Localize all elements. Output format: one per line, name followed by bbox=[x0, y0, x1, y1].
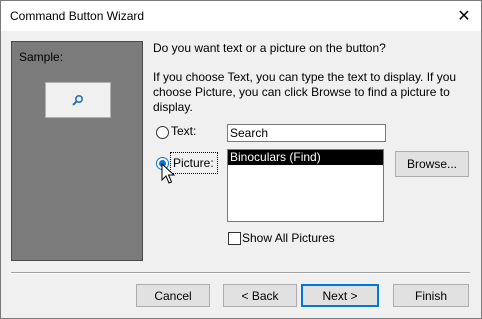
text-radio-label[interactable]: Text: bbox=[171, 124, 196, 138]
next-button[interactable]: Next > bbox=[301, 284, 379, 307]
title-bar: Command Button Wizard ✕ bbox=[1, 1, 481, 31]
wizard-window: Command Button Wizard ✕ Sample: Do you w… bbox=[0, 0, 482, 319]
list-item[interactable]: Binoculars (Find) bbox=[228, 150, 383, 165]
picture-radio-label[interactable]: Picture: bbox=[170, 152, 218, 174]
finish-button[interactable]: Finish bbox=[393, 284, 469, 307]
text-radio-label-text: Text: bbox=[171, 124, 197, 138]
sample-button-preview bbox=[45, 82, 111, 118]
close-icon[interactable]: ✕ bbox=[447, 1, 481, 31]
question-instructions: If you choose Text, you can type the tex… bbox=[153, 70, 457, 114]
text-input[interactable]: Search bbox=[227, 124, 386, 142]
window-title: Command Button Wizard bbox=[10, 9, 145, 23]
cancel-button[interactable]: Cancel bbox=[136, 284, 210, 307]
show-all-label[interactable]: Show All Pictures bbox=[242, 231, 335, 245]
sample-panel: Sample: bbox=[11, 41, 143, 261]
show-all-checkbox[interactable] bbox=[228, 232, 241, 245]
picture-radio-label-text: Picture: bbox=[173, 156, 214, 170]
browse-button[interactable]: Browse... bbox=[395, 151, 469, 177]
binoculars-icon bbox=[72, 94, 84, 106]
text-radio[interactable] bbox=[156, 126, 169, 139]
sample-label: Sample: bbox=[19, 50, 64, 64]
question-heading: Do you want text or a picture on the but… bbox=[153, 41, 386, 55]
back-button[interactable]: < Back bbox=[223, 284, 297, 307]
picture-listbox[interactable]: Binoculars (Find) bbox=[227, 149, 384, 222]
mouse-cursor-icon bbox=[161, 163, 175, 184]
divider bbox=[11, 272, 470, 274]
